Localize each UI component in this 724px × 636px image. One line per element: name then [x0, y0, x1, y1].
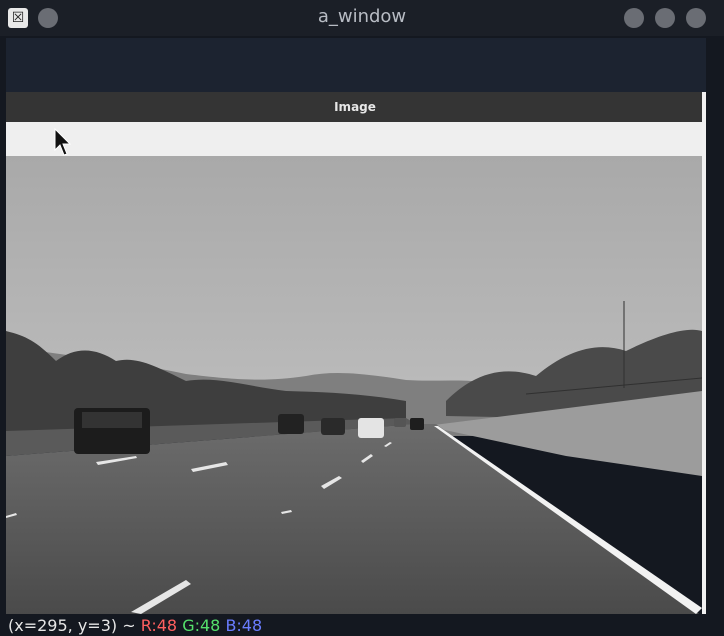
- pixel-red-value: R:48: [140, 616, 178, 635]
- pixel-blue-value: B:48: [225, 616, 263, 635]
- pixel-green-value: G:48: [182, 616, 221, 635]
- image-panel-header: Image: [6, 92, 704, 122]
- window-title: a_window: [317, 6, 407, 27]
- window-titlebar: ☒ a_window: [0, 0, 724, 36]
- image-top-strip: [6, 122, 702, 156]
- minimize-button[interactable]: [624, 8, 644, 28]
- mouse-cursor-icon: [54, 128, 72, 156]
- maximize-button[interactable]: [655, 8, 675, 28]
- cursor-coords: (x=295, y=3) ~: [8, 616, 136, 635]
- status-bar: (x=295, y=3) ~ R:48 G:48 B:48: [8, 616, 724, 635]
- road-image[interactable]: [6, 156, 702, 614]
- toolbar-area: [6, 38, 706, 92]
- close-button[interactable]: [686, 8, 706, 28]
- panel-right-border: [702, 92, 706, 614]
